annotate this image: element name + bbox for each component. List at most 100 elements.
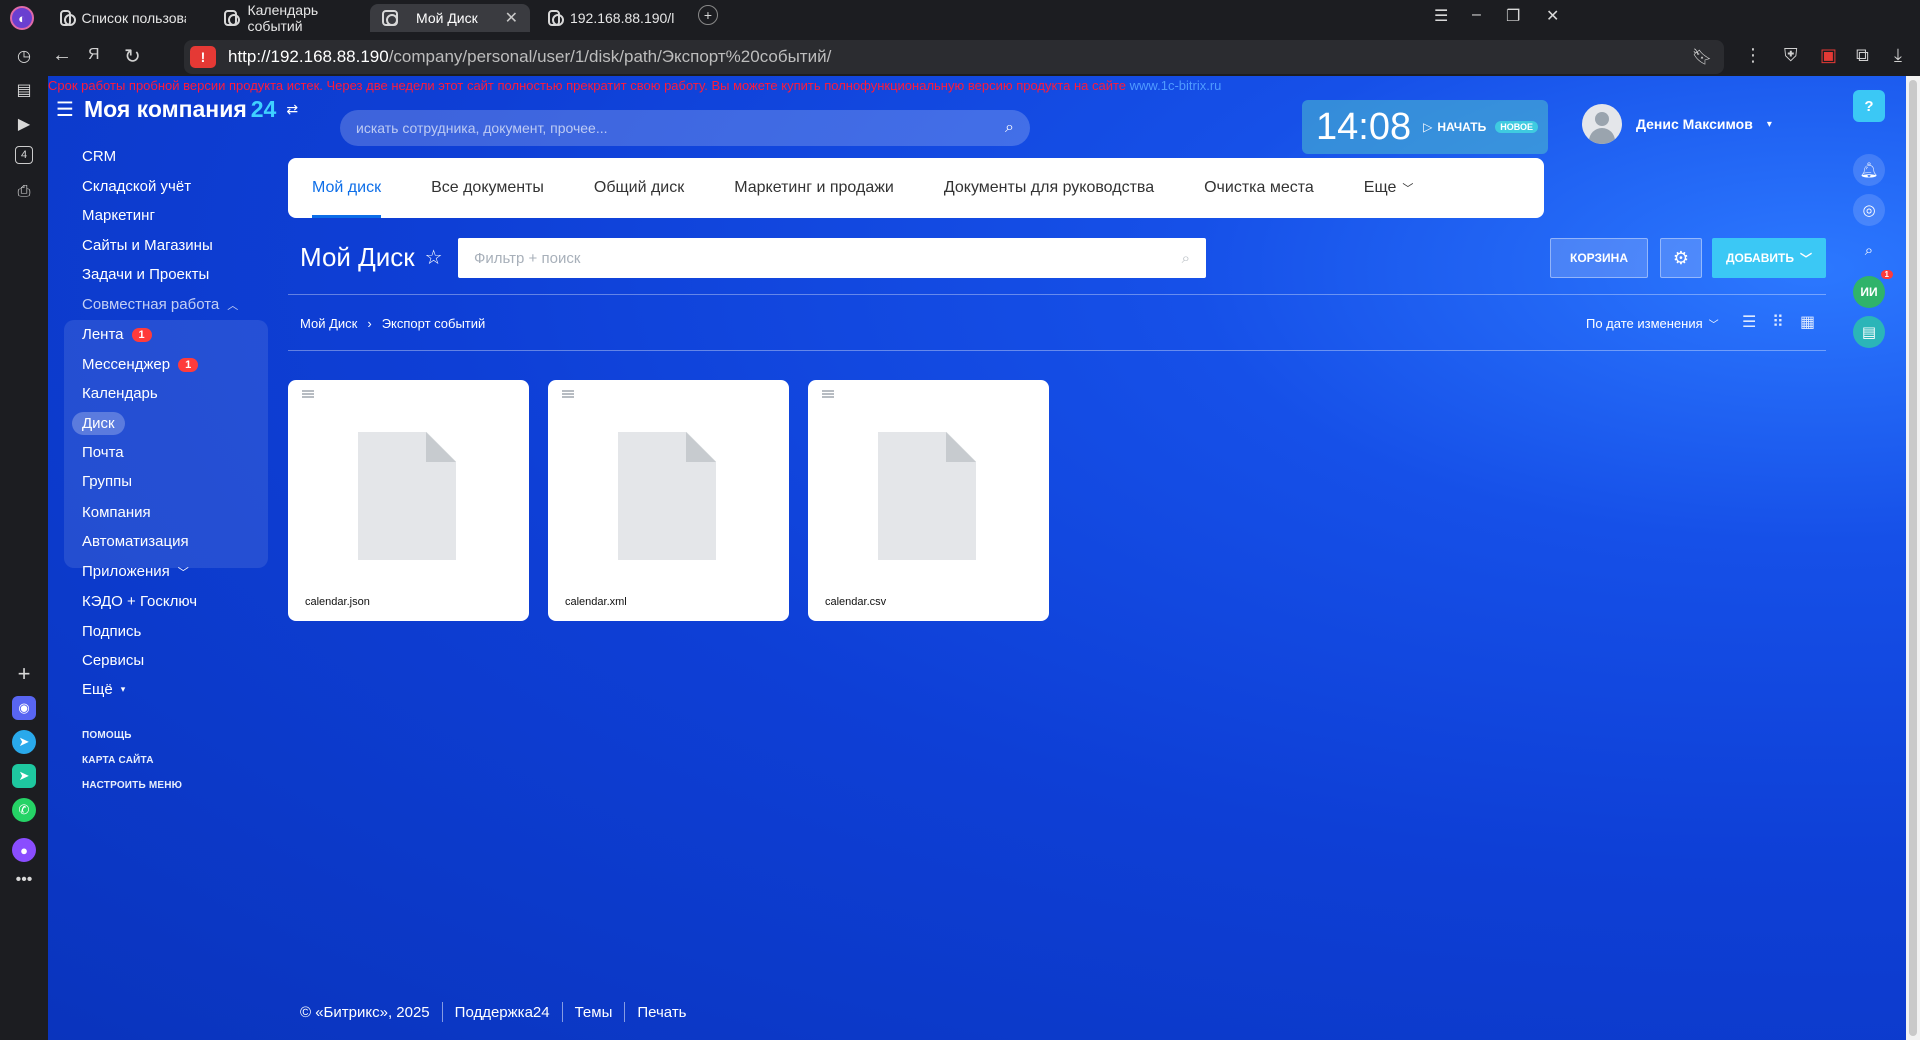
print-link[interactable]: Печать [637,1004,686,1021]
notes-icon[interactable]: ▤ [1853,316,1885,348]
close-window-icon[interactable]: ✕ [1546,6,1559,26]
tiles-view-icon[interactable]: ▦ [1800,312,1815,332]
menu-icon[interactable]: ☰ [1434,6,1448,26]
tab-management-docs[interactable]: Документы для руководства [944,158,1154,218]
insecure-warning-icon[interactable]: ! [190,46,216,68]
tab-all-documents[interactable]: Все документы [431,158,544,218]
menu-item-disk[interactable]: Диск [72,412,125,435]
alice-icon[interactable]: ● [12,838,36,862]
menu-item-crm[interactable]: CRM [82,148,116,165]
file-name[interactable]: calendar.json [305,596,370,608]
file-name[interactable]: calendar.csv [825,596,886,608]
new-tab-icon[interactable]: + [698,5,718,25]
url-field[interactable]: ! http://192.168.88.190/company/personal… [184,40,1724,74]
menu-item-messenger[interactable]: Мессенджер 1 [82,356,199,373]
menu-item-kedo[interactable]: КЭДО + Госключ [82,593,197,610]
menu-item-feed[interactable]: Лента 1 [82,326,152,343]
video-icon[interactable]: ▶ [12,112,36,136]
messenger-icon[interactable]: ➤ [12,764,36,788]
restore-icon[interactable]: ❐ [1506,6,1520,26]
bookmark-icon[interactable]: 🔖︎ [1692,47,1712,67]
worktime-widget[interactable]: 14:08 ▷ НАЧАТЬ НОВОЕ [1302,100,1548,154]
file-card[interactable]: calendar.xml [548,380,789,621]
file-card[interactable]: calendar.csv [808,380,1049,621]
search-icon[interactable]: ⌕ [1182,250,1190,267]
company-logo[interactable]: ☰ Моя компания 24 ⇄ [56,96,298,123]
download-icon[interactable]: ⤓ [1894,45,1902,66]
tab-my-disk[interactable]: Мой диск [312,158,382,218]
menu-item-services[interactable]: Сервисы [82,652,144,669]
whatsapp-icon[interactable]: ✆ [12,798,36,822]
menu-item-tasks[interactable]: Задачи и Проекты [82,266,209,283]
collections-icon[interactable]: ⧉ [1856,45,1869,66]
help-icon[interactable]: ? [1853,90,1885,122]
menu-item-marketing[interactable]: Маркетинг [82,207,155,224]
telegram-icon[interactable]: ➤ [12,730,36,754]
user-menu[interactable]: Денис Максимов ▾ [1582,104,1772,144]
drag-handle-icon[interactable] [562,390,574,398]
filter-search-input[interactable]: Фильтр + поиск ⌕ [458,238,1206,278]
search-icon[interactable]: ⌕ [1005,119,1014,137]
close-tab-icon[interactable]: ✕ [505,8,518,28]
sort-dropdown[interactable]: По дате изменения ﹀ [1586,316,1719,331]
tab-marketing-sales[interactable]: Маркетинг и продажи [734,158,894,218]
menu-item-groups[interactable]: Группы [82,473,132,490]
minimize-icon[interactable]: – [1472,6,1481,24]
more-icon[interactable]: ⋮ [1744,45,1762,66]
shield-icon[interactable]: ⛨ [1784,45,1798,66]
add-button[interactable]: ДОБАВИТЬ ﹀ [1712,238,1826,278]
search-icon[interactable]: ⌕ [1853,234,1885,266]
list-view-icon[interactable]: ☰ [1742,312,1756,332]
menu-item-mail[interactable]: Почта [82,444,124,461]
discord-icon[interactable]: ◉ [12,696,36,720]
browser-tab[interactable]: 192.168.88.190/local/test [536,4,686,32]
page-scrollbar[interactable] [1906,76,1920,1040]
back-icon[interactable]: ← [52,44,72,67]
reload-icon[interactable]: ↻ [124,44,141,69]
grid-view-icon[interactable]: ⠿ [1772,312,1784,332]
browser-tab-active[interactable]: Мой Диск ✕ [370,4,530,32]
menu-item-apps[interactable]: Приложения ﹀ [82,563,189,580]
menu-item-sites[interactable]: Сайты и Магазины [82,237,213,254]
help-link[interactable]: ПОМОЩЬ [82,730,132,741]
browser-tab[interactable]: Календарь событий [212,2,362,34]
trash-button[interactable]: КОРЗИНА [1550,238,1648,278]
yandex-icon[interactable]: Я [88,46,100,64]
menu-item-warehouse[interactable]: Складской учёт [82,178,191,195]
themes-link[interactable]: Темы [575,1004,613,1021]
menu-item-calendar[interactable]: Календарь [82,385,158,402]
menu-item-automation[interactable]: Автоматизация [82,533,189,550]
tab-more[interactable]: Еще ﹀ [1364,158,1414,218]
bell-icon[interactable]: 🔔︎ [1853,154,1885,186]
gear-icon[interactable]: ⚙ [1660,238,1702,278]
drag-handle-icon[interactable] [302,390,314,398]
menu-item-more[interactable]: Ещё ▾ [82,681,125,698]
counter-icon[interactable]: 4 [15,146,33,164]
drag-handle-icon[interactable] [822,390,834,398]
tab-shared-disk[interactable]: Общий диск [594,158,684,218]
menu-group-header[interactable]: Совместная работа ︿ [82,296,238,313]
extension-icon[interactable]: ▣ [1820,45,1837,66]
settings-sliders-icon[interactable]: ⇄ [286,101,298,118]
more-dots-icon[interactable]: ••• [12,868,36,892]
trial-notice-link[interactable]: www.1c-bitrix.ru [1130,78,1222,93]
file-card[interactable]: calendar.json [288,380,529,621]
reader-icon[interactable]: ▤ [12,78,36,102]
history-icon[interactable]: ◷ [12,44,36,68]
sitemap-link[interactable]: КАРТА САЙТА [82,755,154,766]
configure-menu-link[interactable]: НАСТРОИТЬ МЕНЮ [82,780,182,791]
menu-item-company[interactable]: Компания [82,504,151,521]
add-panel-icon[interactable]: + [12,661,36,686]
start-day-button[interactable]: ▷ НАЧАТЬ НОВОЕ [1423,120,1538,134]
star-icon[interactable]: ☆ [425,245,443,270]
support-link[interactable]: Поддержка24 [455,1004,550,1021]
browser-logo-icon[interactable]: ◐ [10,6,34,30]
global-search-input[interactable]: искать сотрудника, документ, прочее... ⌕ [340,110,1030,146]
screenshot-icon[interactable]: ⎙ [12,180,36,204]
breadcrumb-item-current[interactable]: Экспорт событий [382,316,486,331]
file-name[interactable]: calendar.xml [565,596,627,608]
breadcrumb-item[interactable]: Мой Диск [300,316,357,331]
browser-tab[interactable]: Список пользователей - 1 [48,4,198,32]
hamburger-icon[interactable]: ☰ [56,97,74,122]
scrollbar-thumb[interactable] [1909,80,1917,1036]
